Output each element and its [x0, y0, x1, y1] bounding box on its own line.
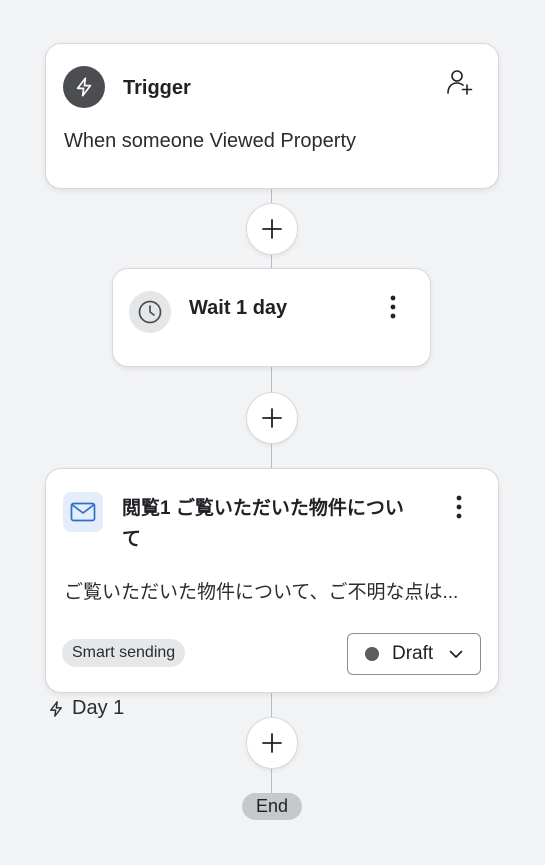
end-badge: End	[242, 793, 302, 820]
clock-icon	[129, 291, 171, 333]
add-step-button[interactable]	[246, 392, 298, 444]
plus-icon	[262, 733, 282, 753]
add-step-button[interactable]	[246, 203, 298, 255]
status-dropdown[interactable]: Draft	[347, 633, 481, 675]
wait-card[interactable]: Wait 1 day	[112, 268, 431, 367]
email-title-line1: 閲覧1 ご覧いただいた物件につい	[122, 498, 404, 519]
wait-title: Wait 1 day	[189, 297, 288, 319]
more-options-icon[interactable]	[447, 492, 471, 522]
lightning-icon	[50, 700, 62, 717]
chevron-down-icon	[449, 650, 463, 658]
plus-icon	[262, 219, 282, 239]
trigger-description: When someone Viewed Property	[64, 130, 357, 152]
smart-sending-badge: Smart sending	[62, 639, 186, 667]
add-step-button[interactable]	[246, 717, 298, 769]
trigger-title: Trigger	[123, 77, 191, 99]
status-label: Draft	[392, 643, 434, 664]
day-label: Day 1	[47, 697, 124, 720]
email-card[interactable]: 閲覧1 ご覧いただいた物件につい て ご覧いただいた物件について、ご不明な点は.…	[45, 468, 499, 693]
plus-icon	[262, 408, 282, 428]
day-label-text: Day 1	[72, 697, 125, 719]
email-preview: ご覧いただいた物件について、ご不明な点は...	[64, 582, 459, 603]
more-options-icon[interactable]	[381, 292, 405, 322]
status-dot	[365, 647, 379, 661]
email-title-line2: て	[122, 529, 142, 550]
email-title: 閲覧1 ご覧いただいた物件につい て	[122, 493, 422, 555]
trigger-card[interactable]: Trigger When someone Viewed Property	[45, 43, 499, 189]
add-profile-icon[interactable]	[444, 68, 474, 98]
lightning-icon	[63, 66, 105, 108]
mail-icon	[63, 492, 103, 532]
